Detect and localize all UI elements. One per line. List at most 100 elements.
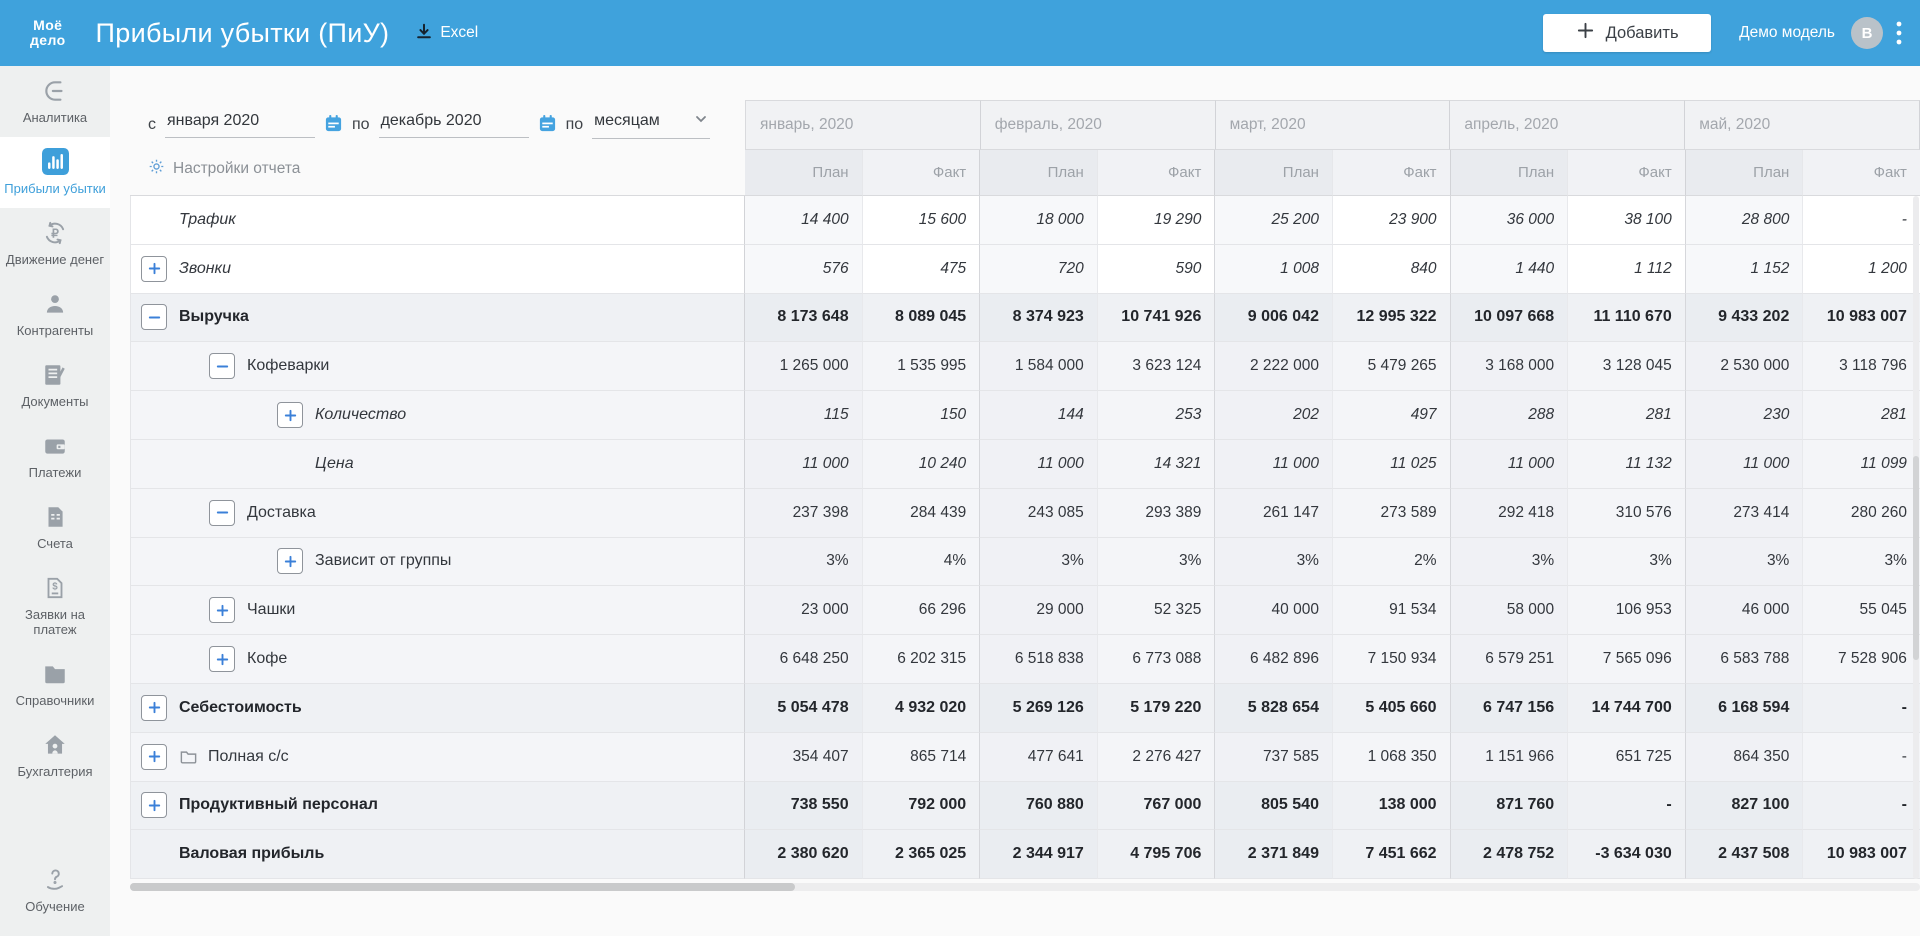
collapse-icon[interactable] (141, 304, 167, 331)
fact-value-cell[interactable]: 475 (862, 244, 981, 294)
fact-value-cell[interactable]: - (1568, 781, 1686, 831)
sidebar-item-documents[interactable]: Документы (0, 350, 110, 421)
vertical-scrollbar[interactable] (1913, 196, 1919, 879)
plan-value-cell[interactable]: 3% (1685, 537, 1804, 587)
plan-value-cell[interactable]: 1 584 000 (980, 342, 1098, 392)
fact-value-cell[interactable]: 280 260 (1803, 488, 1920, 538)
fact-value-cell[interactable]: 3% (1803, 537, 1920, 587)
sidebar-item-invoices[interactable]: Счета (0, 492, 110, 563)
fact-value-cell[interactable]: 1 112 (1568, 244, 1686, 294)
fact-value-cell[interactable]: 767 000 (1097, 781, 1216, 831)
fact-value-cell[interactable]: 11 025 (1332, 439, 1451, 489)
calendar-icon[interactable] (538, 114, 557, 133)
fact-value-cell[interactable]: 310 576 (1568, 488, 1686, 538)
app-logo[interactable]: Моё дело (30, 18, 66, 48)
fact-value-cell[interactable]: 5 479 265 (1332, 342, 1451, 392)
fact-value-cell[interactable]: 865 714 (862, 732, 981, 782)
sidebar-item-directories[interactable]: Справочники (0, 649, 110, 720)
plan-value-cell[interactable]: 5 828 654 (1215, 683, 1333, 733)
fact-value-cell[interactable]: 11 132 (1568, 439, 1686, 489)
plan-value-cell[interactable]: 18 000 (980, 196, 1098, 245)
fact-value-cell[interactable]: 7 451 662 (1332, 830, 1451, 880)
fact-value-cell[interactable]: 10 741 926 (1097, 293, 1216, 343)
plan-value-cell[interactable]: 29 000 (980, 586, 1098, 636)
sidebar-item-education[interactable]: Обучение (0, 855, 110, 926)
plan-value-cell[interactable]: 230 (1685, 391, 1804, 440)
plan-value-cell[interactable]: 5 269 126 (980, 683, 1098, 733)
fact-value-cell[interactable]: 52 325 (1097, 586, 1216, 636)
fact-value-cell[interactable]: 840 (1332, 244, 1451, 294)
fact-value-cell[interactable]: 281 (1803, 391, 1920, 440)
fact-value-cell[interactable]: 6 202 315 (862, 635, 981, 684)
fact-value-cell[interactable]: 3 118 796 (1803, 342, 1920, 392)
plan-value-cell[interactable]: 115 (745, 391, 863, 440)
plan-value-cell[interactable]: 273 414 (1685, 488, 1804, 538)
expand-icon[interactable] (209, 646, 235, 673)
plan-value-cell[interactable]: 11 000 (1450, 439, 1569, 489)
expand-icon[interactable] (141, 743, 167, 770)
fact-value-cell[interactable]: - (1803, 683, 1920, 733)
plan-value-cell[interactable]: 288 (1450, 391, 1569, 440)
plan-value-cell[interactable]: 292 418 (1450, 488, 1569, 538)
expand-icon[interactable] (141, 694, 167, 721)
plan-value-cell[interactable]: 58 000 (1450, 586, 1569, 636)
plan-value-cell[interactable]: 6 583 788 (1685, 635, 1804, 684)
fact-value-cell[interactable]: 7 150 934 (1332, 635, 1451, 684)
fact-value-cell[interactable]: 2% (1332, 537, 1451, 587)
expand-icon[interactable] (141, 255, 167, 282)
fact-value-cell[interactable]: 55 045 (1803, 586, 1920, 636)
plan-value-cell[interactable]: 2 478 752 (1450, 830, 1569, 880)
plan-value-cell[interactable]: 1 008 (1215, 244, 1333, 294)
calendar-icon[interactable] (324, 114, 343, 133)
report-settings-button[interactable]: Настройки отчета (130, 158, 300, 180)
fact-value-cell[interactable]: - (1803, 781, 1920, 831)
expand-icon[interactable] (277, 548, 303, 575)
plan-value-cell[interactable]: 8 173 648 (745, 293, 863, 343)
plan-value-cell[interactable]: 3 168 000 (1450, 342, 1569, 392)
plan-value-cell[interactable]: 3% (745, 537, 863, 587)
fact-value-cell[interactable]: 5 179 220 (1097, 683, 1216, 733)
plan-value-cell[interactable]: 261 147 (1215, 488, 1333, 538)
sidebar-item-payments[interactable]: Платежи (0, 421, 110, 492)
plan-value-cell[interactable]: 6 579 251 (1450, 635, 1569, 684)
horizontal-scrollbar-thumb[interactable] (130, 883, 795, 891)
sidebar-item-accounting[interactable]: Бухгалтерия (0, 720, 110, 791)
fact-value-cell[interactable]: 15 600 (862, 196, 981, 245)
fact-value-cell[interactable]: 14 744 700 (1568, 683, 1686, 733)
plan-value-cell[interactable]: 11 000 (980, 439, 1098, 489)
fact-value-cell[interactable]: 3% (1568, 537, 1686, 587)
plan-value-cell[interactable]: 738 550 (745, 781, 863, 831)
fact-value-cell[interactable]: 66 296 (862, 586, 981, 636)
to-date-input[interactable]: декабрь 2020 (378, 112, 529, 138)
sidebar-item-analytics[interactable]: Аналитика (0, 66, 110, 137)
fact-value-cell[interactable]: 38 100 (1568, 196, 1686, 245)
fact-value-cell[interactable]: 2 276 427 (1097, 732, 1216, 782)
collapse-icon[interactable] (209, 353, 235, 380)
plan-value-cell[interactable]: 827 100 (1685, 781, 1804, 831)
plan-value-cell[interactable]: 2 380 620 (745, 830, 863, 880)
fact-value-cell[interactable]: -3 634 030 (1568, 830, 1686, 880)
sidebar-item-payment-requests[interactable]: $ Заявки на платеж (0, 563, 110, 649)
plan-value-cell[interactable]: 2 222 000 (1215, 342, 1333, 392)
sidebar-item-counterparties[interactable]: Контрагенты (0, 279, 110, 350)
plan-value-cell[interactable]: 2 530 000 (1685, 342, 1804, 392)
from-date-input[interactable]: января 2020 (165, 112, 315, 138)
plan-value-cell[interactable]: 737 585 (1215, 732, 1333, 782)
plan-value-cell[interactable]: 6 482 896 (1215, 635, 1333, 684)
plan-value-cell[interactable]: 477 641 (980, 732, 1098, 782)
plan-value-cell[interactable]: 11 000 (1685, 439, 1804, 489)
fact-value-cell[interactable]: 253 (1097, 391, 1216, 440)
plan-value-cell[interactable]: 5 054 478 (745, 683, 863, 733)
fact-value-cell[interactable]: 12 995 322 (1332, 293, 1451, 343)
plan-value-cell[interactable]: 14 400 (745, 196, 863, 245)
plan-value-cell[interactable]: 11 000 (1215, 439, 1333, 489)
fact-value-cell[interactable]: 5 405 660 (1332, 683, 1451, 733)
plan-value-cell[interactable]: 3% (980, 537, 1098, 587)
fact-value-cell[interactable]: - (1803, 196, 1920, 245)
fact-value-cell[interactable]: 11 099 (1803, 439, 1920, 489)
plan-value-cell[interactable]: 1 440 (1450, 244, 1569, 294)
plan-value-cell[interactable]: 6 648 250 (745, 635, 863, 684)
plan-value-cell[interactable]: 576 (745, 244, 863, 294)
plan-value-cell[interactable]: 8 374 923 (980, 293, 1098, 343)
sidebar-item-profit-loss[interactable]: Прибыли убытки (0, 137, 110, 208)
